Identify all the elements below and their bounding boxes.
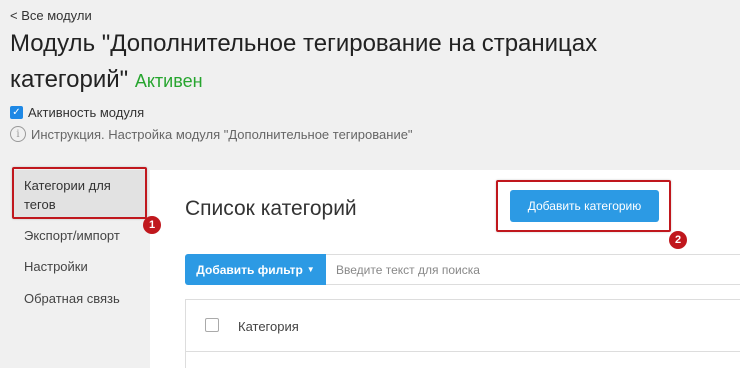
annotation-badge-1: 1 xyxy=(143,216,161,234)
chevron-down-icon: ▼ xyxy=(306,265,315,274)
instruction-link[interactable]: i Инструкция. Настройка модуля "Дополнит… xyxy=(10,126,413,142)
back-link[interactable]: < Все модули xyxy=(10,8,92,23)
module-active-checkbox[interactable]: ✓ xyxy=(10,106,23,119)
column-header-category[interactable]: Категория xyxy=(238,319,299,334)
annotation-badge-2: 2 xyxy=(669,231,687,249)
module-status-badge: Активен xyxy=(134,71,203,91)
sidebar-item-label: Обратная связь xyxy=(24,291,120,306)
sidebar-item-label: Экспорт/импорт xyxy=(24,228,120,243)
instruction-label[interactable]: Инструкция. Настройка модуля "Дополнител… xyxy=(31,127,413,142)
annotation-highlight-add-button xyxy=(496,180,671,232)
sidebar-item-label: Настройки xyxy=(24,259,88,274)
sidebar-item-export-import[interactable]: Экспорт/импорт xyxy=(24,226,120,245)
add-filter-label: Добавить фильтр xyxy=(196,262,303,277)
categories-table: Категория xyxy=(185,299,740,368)
page-title-text: Модуль "Дополнительное тегирование на ст… xyxy=(10,30,598,93)
add-filter-button[interactable]: Добавить фильтр ▼ xyxy=(185,254,326,285)
sidebar-item-feedback[interactable]: Обратная связь xyxy=(24,289,120,308)
sidebar-item-settings[interactable]: Настройки xyxy=(24,257,88,276)
module-active-label: Активность модуля xyxy=(28,105,145,120)
back-link-label[interactable]: < Все модули xyxy=(10,8,92,23)
table-header-row: Категория xyxy=(186,300,740,352)
select-all-checkbox[interactable] xyxy=(205,318,219,332)
annotation-highlight-sidebar xyxy=(12,167,147,219)
search-input[interactable] xyxy=(326,254,740,285)
section-title: Список категорий xyxy=(185,197,357,220)
info-icon: i xyxy=(10,126,26,142)
page-title: Модуль "Дополнительное тегирование на ст… xyxy=(10,26,670,99)
module-active-toggle[interactable]: ✓ Активность модуля xyxy=(10,105,144,120)
